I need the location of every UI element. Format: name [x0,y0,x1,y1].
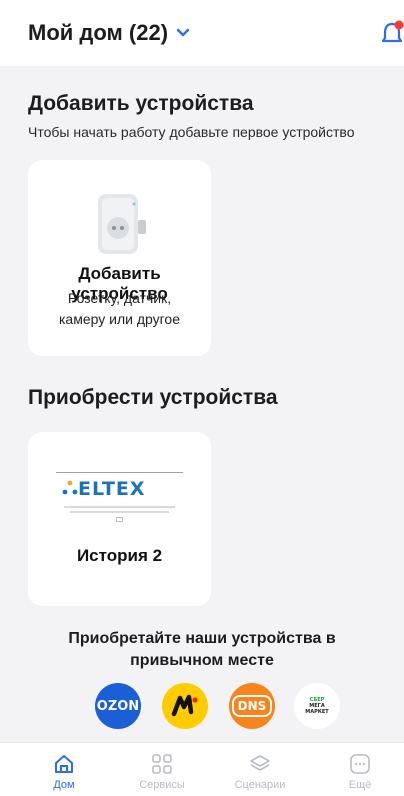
buy-where-line2: привычном месте [130,652,274,669]
tab-services-label: Сервисы [139,779,185,791]
preview-text-line [64,506,175,508]
add-device-card[interactable]: Добавить устройство Розетку, датчик, кам… [28,160,211,356]
ozon-logo-text: OZON [96,698,140,714]
buy-where-text: Приобретайте наши устройства в привычном… [40,628,364,672]
add-device-desc-line2: камеру или другое [58,311,181,327]
tab-scenarios[interactable]: Сценарии [220,743,300,796]
eltex-logo-text: ELTEX [78,478,146,500]
dns-shop-button[interactable]: DNS [229,683,275,729]
buy-where-line1: Приобретайте наши устройства в [68,630,336,647]
home-icon [55,755,73,773]
buy-devices-heading: Приобрести устройства [28,386,278,409]
sber-logo-line3: МАРКЕТ [305,709,329,715]
tab-more-label: Ещё [348,779,372,791]
yandex-market-logo-icon [171,694,198,717]
tab-scenarios-label: Сценарии [234,779,286,791]
chevron-down-icon [176,28,190,38]
notifications-bell-icon[interactable] [382,18,404,48]
yandex-market-shop-button[interactable] [162,683,208,729]
layers-icon [250,755,270,771]
add-devices-heading: Добавить устройства [28,92,254,115]
grid-icon [152,754,172,774]
bottom-tab-bar: Дом Сервисы Сценарии Ещё [0,742,404,796]
smart-plug-image [92,190,152,262]
tab-services[interactable]: Сервисы [122,743,202,796]
preview-text-line [70,511,169,513]
ozon-shop-button[interactable]: OZON [95,683,141,729]
add-device-desc-line1: Розетку, датчик, [67,290,172,306]
tab-more[interactable]: Ещё [320,743,400,796]
add-devices-subtitle: Чтобы начать работу добавьте первое устр… [28,124,355,140]
story-preview: ELTEX [56,472,183,542]
header: Мой дом (22) [0,0,404,66]
home-title: Мой дом (22) [28,20,169,45]
eltex-logo-icon [62,480,78,501]
tab-home[interactable]: Дом [24,743,104,796]
divider [56,472,183,473]
preview-box [116,517,123,522]
story-title: История 2 [76,546,163,565]
tab-home-label: Дом [53,779,75,791]
story-card[interactable]: ELTEX История 2 [28,432,211,606]
dns-logo-text: DNS [231,695,273,717]
more-icon [350,754,370,774]
sbermegamarket-shop-button[interactable]: СБЕР МЕГА МАРКЕТ [294,683,340,729]
home-selector[interactable]: Мой дом (22) [28,20,190,46]
